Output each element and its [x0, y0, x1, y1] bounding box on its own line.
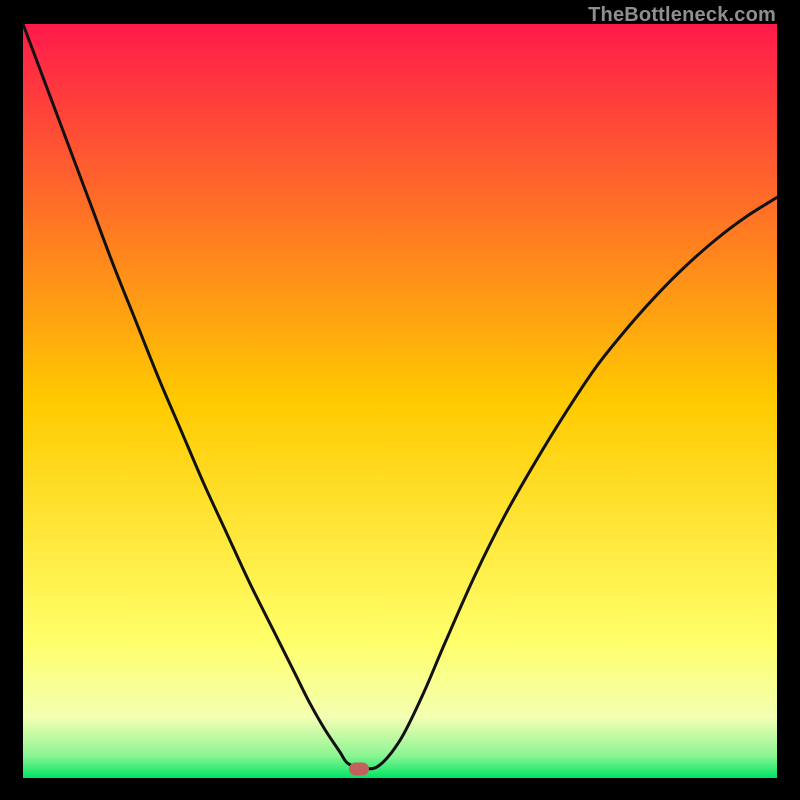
chart-frame: TheBottleneck.com — [0, 0, 800, 800]
watermark-text: TheBottleneck.com — [588, 4, 776, 27]
plot-area — [23, 24, 777, 778]
bottleneck-curve — [23, 24, 777, 778]
optimal-marker — [349, 762, 369, 775]
